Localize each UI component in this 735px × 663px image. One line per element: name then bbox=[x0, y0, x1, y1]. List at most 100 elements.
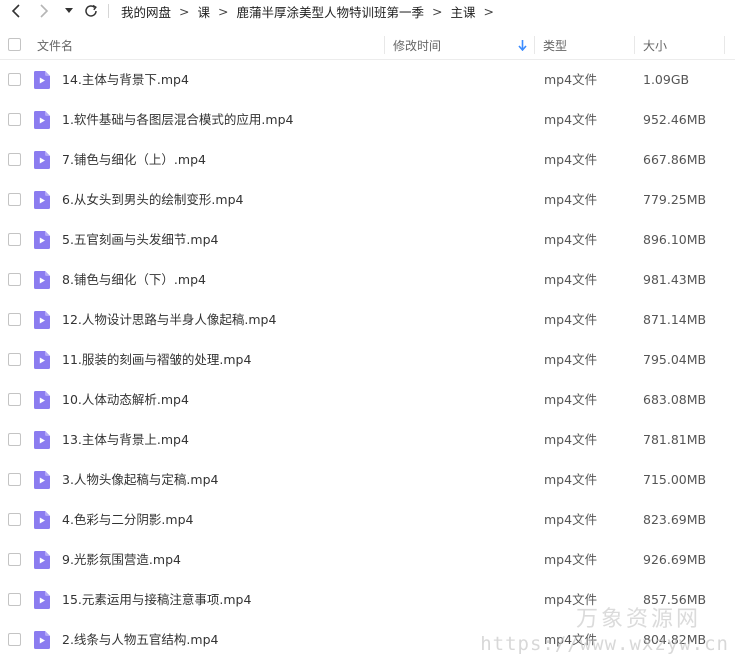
column-header-modified[interactable]: 修改时间 bbox=[393, 30, 441, 60]
video-file-icon bbox=[34, 271, 50, 289]
file-row[interactable]: 2.线条与人物五官结构.mp4 mp4文件 804.82MB bbox=[0, 620, 735, 660]
column-divider[interactable] bbox=[384, 36, 385, 54]
row-checkbox[interactable] bbox=[8, 553, 21, 566]
video-file-icon bbox=[34, 591, 50, 609]
file-row[interactable]: 10.人体动态解析.mp4 mp4文件 683.08MB bbox=[0, 380, 735, 420]
column-divider[interactable] bbox=[534, 36, 535, 54]
file-type: mp4文件 bbox=[544, 552, 598, 567]
back-button[interactable] bbox=[6, 1, 26, 21]
video-file-icon bbox=[34, 471, 50, 489]
row-checkbox[interactable] bbox=[8, 433, 21, 446]
chevron-right-icon bbox=[40, 4, 49, 18]
row-checkbox[interactable] bbox=[8, 193, 21, 206]
row-checkbox[interactable] bbox=[8, 313, 21, 326]
column-divider[interactable] bbox=[724, 36, 725, 54]
file-row[interactable]: 8.铺色与细化（下）.mp4 mp4文件 981.43MB bbox=[0, 260, 735, 300]
file-row[interactable]: 6.从女头到男头的绘制变形.mp4 mp4文件 779.25MB bbox=[0, 180, 735, 220]
forward-button[interactable] bbox=[34, 1, 54, 21]
video-file-icon bbox=[34, 631, 50, 649]
video-file-icon bbox=[34, 351, 50, 369]
file-row[interactable]: 14.主体与背景下.mp4 mp4文件 1.09GB bbox=[0, 60, 735, 100]
breadcrumb-item-main-course[interactable]: 主课 bbox=[451, 2, 476, 21]
row-checkbox[interactable] bbox=[8, 513, 21, 526]
file-row[interactable]: 15.元素运用与接稿注意事项.mp4 mp4文件 857.56MB bbox=[0, 580, 735, 620]
file-size: 871.14MB bbox=[643, 312, 707, 327]
file-name[interactable]: 9.光影氛围营造.mp4 bbox=[62, 540, 181, 580]
file-type: mp4文件 bbox=[544, 512, 598, 527]
row-checkbox[interactable] bbox=[8, 393, 21, 406]
file-name[interactable]: 10.人体动态解析.mp4 bbox=[62, 380, 189, 420]
file-name[interactable]: 5.五官刻画与头发细节.mp4 bbox=[62, 220, 218, 260]
file-name[interactable]: 7.铺色与细化（上）.mp4 bbox=[62, 140, 206, 180]
sort-desc-button[interactable] bbox=[518, 30, 527, 60]
breadcrumb-item-course[interactable]: 课 bbox=[198, 2, 211, 21]
sort-desc-arrow-icon bbox=[518, 39, 527, 51]
file-row[interactable]: 12.人物设计思路与半身人像起稿.mp4 mp4文件 871.14MB bbox=[0, 300, 735, 340]
file-size: 683.08MB bbox=[643, 392, 707, 407]
video-file-icon bbox=[34, 311, 50, 329]
file-name[interactable]: 4.色彩与二分阴影.mp4 bbox=[62, 500, 193, 540]
file-name[interactable]: 11.服装的刻画与褶皱的处理.mp4 bbox=[62, 340, 251, 380]
row-checkbox[interactable] bbox=[8, 273, 21, 286]
file-list-header: 文件名 修改时间 类型 大小 bbox=[0, 30, 735, 60]
column-header-size[interactable]: 大小 bbox=[643, 30, 667, 60]
file-size: 857.56MB bbox=[643, 592, 707, 607]
file-size: 795.04MB bbox=[643, 352, 707, 367]
row-checkbox[interactable] bbox=[8, 153, 21, 166]
file-type: mp4文件 bbox=[544, 312, 598, 327]
breadcrumb-separator: > bbox=[483, 3, 494, 19]
file-name[interactable]: 13.主体与背景上.mp4 bbox=[62, 420, 189, 460]
breadcrumb-item-my-drive[interactable]: 我的网盘 bbox=[121, 2, 171, 21]
file-size: 823.69MB bbox=[643, 512, 707, 527]
row-checkbox[interactable] bbox=[8, 73, 21, 86]
column-divider[interactable] bbox=[634, 36, 635, 54]
row-checkbox[interactable] bbox=[8, 633, 21, 646]
file-name[interactable]: 15.元素运用与接稿注意事项.mp4 bbox=[62, 580, 251, 620]
video-file-icon bbox=[34, 231, 50, 249]
breadcrumb-separator: > bbox=[218, 3, 229, 19]
file-row[interactable]: 5.五官刻画与头发细节.mp4 mp4文件 896.10MB bbox=[0, 220, 735, 260]
file-row[interactable]: 7.铺色与细化（上）.mp4 mp4文件 667.86MB bbox=[0, 140, 735, 180]
file-name[interactable]: 6.从女头到男头的绘制变形.mp4 bbox=[62, 180, 243, 220]
file-type: mp4文件 bbox=[544, 392, 598, 407]
breadcrumb-item-class-folder[interactable]: 鹿蒲半厚涂美型人物特训班第一季 bbox=[237, 2, 425, 21]
row-checkbox[interactable] bbox=[8, 593, 21, 606]
file-row[interactable]: 1.软件基础与各图层混合模式的应用.mp4 mp4文件 952.46MB bbox=[0, 100, 735, 140]
file-size: 896.10MB bbox=[643, 232, 707, 247]
file-type: mp4文件 bbox=[544, 192, 598, 207]
file-type: mp4文件 bbox=[544, 472, 598, 487]
file-row[interactable]: 3.人物头像起稿与定稿.mp4 mp4文件 715.00MB bbox=[0, 460, 735, 500]
refresh-button[interactable] bbox=[80, 1, 102, 21]
file-row[interactable]: 9.光影氛围营造.mp4 mp4文件 926.69MB bbox=[0, 540, 735, 580]
video-file-icon bbox=[34, 191, 50, 209]
file-size: 804.82MB bbox=[643, 632, 707, 647]
file-type: mp4文件 bbox=[544, 272, 598, 287]
file-row[interactable]: 11.服装的刻画与褶皱的处理.mp4 mp4文件 795.04MB bbox=[0, 340, 735, 380]
row-checkbox[interactable] bbox=[8, 353, 21, 366]
file-name[interactable]: 14.主体与背景下.mp4 bbox=[62, 60, 189, 100]
select-all-checkbox[interactable] bbox=[8, 38, 21, 51]
column-header-name[interactable]: 文件名 bbox=[37, 30, 73, 60]
file-type: mp4文件 bbox=[544, 432, 598, 447]
file-list: 14.主体与背景下.mp4 mp4文件 1.09GB 1.软件基础与各图层混合模… bbox=[0, 60, 735, 660]
file-name[interactable]: 2.线条与人物五官结构.mp4 bbox=[62, 620, 218, 660]
file-name[interactable]: 1.软件基础与各图层混合模式的应用.mp4 bbox=[62, 100, 293, 140]
row-checkbox[interactable] bbox=[8, 473, 21, 486]
row-checkbox[interactable] bbox=[8, 233, 21, 246]
video-file-icon bbox=[34, 151, 50, 169]
file-name[interactable]: 8.铺色与细化（下）.mp4 bbox=[62, 260, 206, 300]
history-menu-button[interactable] bbox=[62, 1, 76, 21]
video-file-icon bbox=[34, 71, 50, 89]
nav-divider bbox=[108, 4, 109, 18]
file-size: 952.46MB bbox=[643, 112, 707, 127]
column-header-type[interactable]: 类型 bbox=[543, 30, 567, 60]
file-row[interactable]: 4.色彩与二分阴影.mp4 mp4文件 823.69MB bbox=[0, 500, 735, 540]
file-name[interactable]: 3.人物头像起稿与定稿.mp4 bbox=[62, 460, 218, 500]
file-row[interactable]: 13.主体与背景上.mp4 mp4文件 781.81MB bbox=[0, 420, 735, 460]
video-file-icon bbox=[34, 511, 50, 529]
file-name[interactable]: 12.人物设计思路与半身人像起稿.mp4 bbox=[62, 300, 276, 340]
file-type: mp4文件 bbox=[544, 352, 598, 367]
refresh-icon bbox=[85, 4, 97, 17]
file-size: 1.09GB bbox=[643, 72, 690, 87]
row-checkbox[interactable] bbox=[8, 113, 21, 126]
